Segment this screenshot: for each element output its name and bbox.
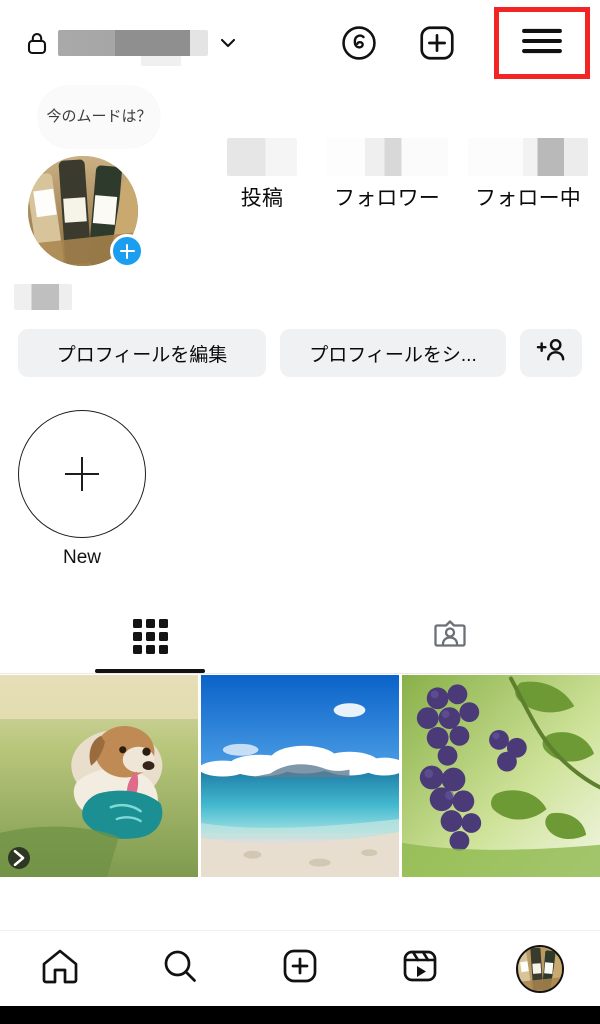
stat-following-label: フォロー中 — [475, 187, 581, 210]
post-beach[interactable] — [201, 675, 399, 877]
nav-reels[interactable] — [382, 939, 458, 999]
story-highlights: New — [0, 410, 600, 569]
profile-note-bubble[interactable]: 今のムードは？ — [38, 86, 160, 148]
tab-active-indicator — [95, 669, 205, 673]
top-bar-actions — [338, 7, 590, 79]
add-story-plus-badge[interactable] — [110, 234, 144, 268]
grid-icon — [132, 619, 168, 654]
add-person-icon — [535, 336, 567, 370]
lock-icon — [26, 31, 48, 55]
username-selector[interactable] — [26, 30, 238, 66]
display-name-blurred — [14, 284, 72, 310]
edit-profile-button[interactable]: プロフィールを編集 — [18, 329, 266, 377]
post-grapes[interactable] — [402, 675, 600, 877]
reels-icon — [400, 946, 440, 991]
plus-square-icon — [280, 946, 320, 991]
highlight-new-label: New — [62, 547, 101, 568]
profile-stats: 投稿 フォロワー フォロー中 — [218, 138, 594, 212]
chevron-down-icon[interactable] — [218, 33, 238, 53]
bottom-navigation — [0, 930, 600, 1006]
stat-following-value-blurred — [468, 138, 588, 176]
hamburger-menu-button[interactable] — [494, 7, 590, 79]
threads-icon[interactable] — [338, 22, 380, 64]
profile-action-buttons: プロフィールを編集 プロフィールをシ... — [18, 329, 582, 377]
posts-grid — [0, 675, 600, 877]
search-icon — [160, 946, 200, 991]
instagram-profile-screen: 今のムードは？ 投稿 フォロワー フォロー中 プロフィールを編集 プロフィールを… — [0, 0, 600, 1024]
home-indicator-bar — [0, 1006, 600, 1024]
nav-search[interactable] — [142, 939, 218, 999]
stat-followers-value-blurred — [326, 138, 448, 176]
avatar-area: 今のムードは？ — [28, 86, 160, 268]
discover-people-button[interactable] — [520, 329, 582, 377]
profile-tabs — [0, 600, 600, 674]
username-blurred — [58, 30, 208, 66]
stat-posts[interactable]: 投稿 — [218, 138, 306, 212]
top-bar — [0, 0, 600, 86]
stat-following[interactable]: フォロー中 — [462, 138, 594, 212]
stat-posts-value-blurred — [227, 138, 297, 176]
carousel-icon — [8, 847, 30, 869]
profile-header: 今のムードは？ 投稿 フォロワー フォロー中 — [0, 86, 600, 310]
nav-create[interactable] — [262, 939, 338, 999]
nav-home[interactable] — [22, 939, 98, 999]
stat-posts-label: 投稿 — [240, 187, 284, 210]
nav-profile[interactable] — [502, 939, 578, 999]
stat-followers-label: フォロワー — [334, 187, 440, 210]
tab-grid[interactable] — [0, 600, 300, 673]
hamburger-menu-icon — [517, 22, 567, 65]
highlight-new[interactable]: New — [16, 410, 148, 569]
share-profile-button[interactable]: プロフィールをシ... — [280, 329, 506, 377]
plus-square-icon[interactable] — [416, 22, 458, 64]
new-highlight-plus-icon[interactable] — [18, 410, 146, 538]
stat-followers[interactable]: フォロワー — [318, 138, 456, 212]
tagged-person-icon — [433, 617, 467, 656]
profile-avatar — [516, 944, 564, 993]
home-icon — [40, 946, 80, 991]
tab-tagged[interactable] — [300, 600, 600, 673]
post-dog[interactable] — [0, 675, 198, 877]
